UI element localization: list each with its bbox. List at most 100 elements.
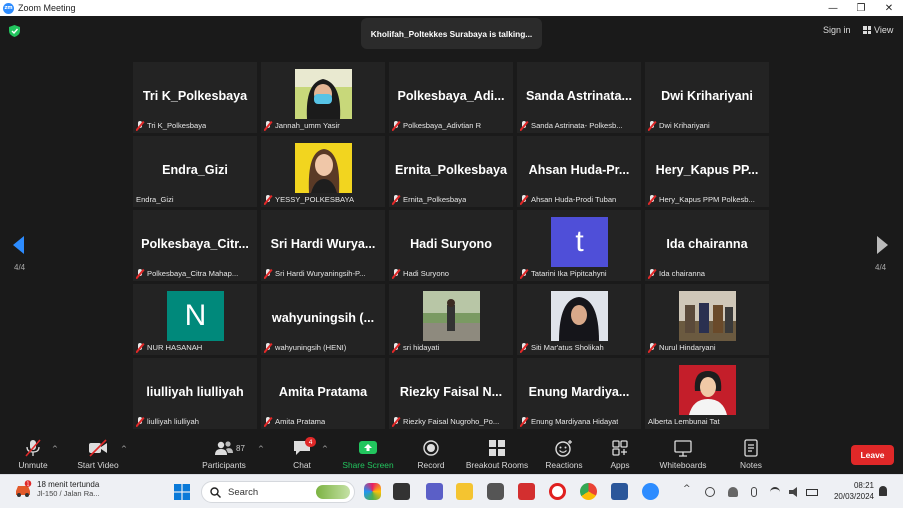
participant-tile[interactable]: Jannah_umm Yasir [261, 62, 385, 133]
participant-tile[interactable]: Polkesbaya_Citr... Polkesbaya_Citra Mahap… [133, 210, 257, 281]
apps-button[interactable]: Apps [605, 436, 635, 474]
zoom-taskbar-icon[interactable] [642, 483, 659, 500]
sync-icon[interactable] [705, 487, 715, 497]
notification-bell-icon[interactable] [879, 486, 887, 496]
page-indicator-right: 4/4 [875, 263, 887, 272]
unmute-button[interactable]: Unmute [12, 436, 54, 474]
participant-display-name: wahyuningsih (... [271, 311, 375, 325]
participant-video [551, 291, 608, 341]
page-indicator-left: 4/4 [14, 263, 26, 272]
participant-name-label: Enung Mardiyana Hidayat [520, 416, 638, 427]
cloud-icon[interactable] [728, 487, 738, 497]
traffic-alert-badge: 1 [26, 482, 29, 488]
taskbar-search-box[interactable]: Search [201, 481, 355, 503]
audio-options-chevron-icon[interactable]: ^ [52, 445, 58, 453]
muted-microphone-icon [392, 416, 400, 427]
minimize-button[interactable]: — [819, 0, 847, 16]
close-button[interactable]: ✕ [875, 0, 903, 16]
participants-count: 87 [236, 444, 245, 453]
participant-tile[interactable]: Riezky Faisal N... Riezky Faisal Nugroho_… [389, 358, 513, 429]
next-page-arrow-icon[interactable] [877, 236, 888, 254]
participant-name-label: Alberta Lembunai Tat [648, 416, 766, 427]
participant-tile[interactable]: YESSY_POLKESBAYA [261, 136, 385, 207]
participant-display-name: Sri Hardi Wurya... [270, 237, 376, 251]
participants-button[interactable]: Participants [199, 436, 249, 474]
file-explorer-icon[interactable] [456, 483, 473, 500]
tray-overflow-chevron-icon[interactable]: ^ [683, 484, 693, 494]
active-speaker-banner: Kholifah_Poltekkes Surabaya is talking..… [361, 18, 542, 49]
battery-icon[interactable] [806, 489, 818, 496]
reactions-button[interactable]: Reactions [542, 436, 586, 474]
participant-tile[interactable]: Amita Pratama Amita Pratama [261, 358, 385, 429]
chrome-icon[interactable] [580, 483, 597, 500]
start-video-button[interactable]: Start Video [73, 436, 123, 474]
whiteboard-icon [674, 440, 692, 457]
participant-name: Polkesbaya_Citra Mahap... [147, 269, 239, 278]
participants-options-chevron-icon[interactable]: ^ [258, 445, 264, 453]
share-screen-button[interactable]: Share Screen [341, 436, 395, 474]
share-screen-label: Share Screen [342, 460, 394, 470]
participant-name: Hery_Kapus PPM Polkesb... [659, 195, 755, 204]
participant-tile[interactable]: Dwi Krihariyani Dwi Krihariyani [645, 62, 769, 133]
view-button[interactable]: View [863, 25, 893, 35]
sign-in-link[interactable]: Sign in [823, 25, 851, 35]
apps-label: Apps [610, 460, 630, 470]
breakout-rooms-label: Breakout Rooms [465, 460, 529, 470]
participant-tile[interactable]: t Tatarini Ika Pipitcahyni [517, 210, 641, 281]
participant-display-name: Amita Pratama [278, 385, 368, 399]
view-label: View [874, 25, 894, 35]
participant-tile[interactable]: Hadi Suryono Hadi Suryono [389, 210, 513, 281]
participant-tile[interactable]: Polkesbaya_Adi... Polkesbaya_Adivtian R [389, 62, 513, 133]
muted-microphone-icon [136, 416, 144, 427]
participant-tile[interactable]: liulliyah liulliyah liulliyah liulliyah [133, 358, 257, 429]
participant-tile[interactable]: Ahsan Huda-Pr... Ahsan Huda-Prodi Tuban [517, 136, 641, 207]
word-icon[interactable] [611, 483, 628, 500]
acrobat-icon[interactable] [518, 483, 535, 500]
participant-tile[interactable]: Alberta Lembunai Tat [645, 358, 769, 429]
teams-icon[interactable] [426, 483, 443, 500]
participant-name: Sanda Astrinata- Polkesb... [531, 121, 623, 130]
participant-name: Polkesbaya_Adivtian R [403, 121, 482, 130]
muted-microphone-icon [520, 194, 528, 205]
taskbar-clock[interactable]: 08:21 20/03/2024 [824, 480, 874, 502]
participant-tile[interactable]: Sanda Astrinata... Sanda Astrinata- Polke… [517, 62, 641, 133]
video-options-chevron-icon[interactable]: ^ [121, 445, 127, 453]
participant-tile[interactable]: Ernita_Polkesbaya Ernita_Polkesbaya [389, 136, 513, 207]
participant-tile[interactable]: Sri Hardi Wurya... Sri Hardi Wuryaningsih… [261, 210, 385, 281]
leave-button[interactable]: Leave [851, 445, 894, 465]
copilot-icon[interactable] [364, 483, 381, 500]
participant-tile[interactable]: Tri K_Polkesbaya Tri K_Polkesbaya [133, 62, 257, 133]
task-view-icon[interactable] [393, 483, 410, 500]
previous-page-arrow-icon[interactable] [13, 236, 24, 254]
participant-tile[interactable]: Endra_Gizi Endra_Gizi [133, 136, 257, 207]
shield-icon[interactable] [9, 25, 20, 37]
camera-icon[interactable] [487, 483, 504, 500]
participant-tile[interactable]: sri hidayati [389, 284, 513, 355]
participant-tile[interactable]: Hery_Kapus PP... Hery_Kapus PPM Polkesb..… [645, 136, 769, 207]
whiteboards-button[interactable]: Whiteboards [654, 436, 712, 474]
chat-options-chevron-icon[interactable]: ^ [322, 445, 328, 453]
participant-tile[interactable]: Enung Mardiya... Enung Mardiyana Hidayat [517, 358, 641, 429]
opera-icon[interactable] [549, 483, 566, 500]
volume-icon[interactable] [789, 487, 797, 497]
participant-tile[interactable]: Nurul Hindaryani [645, 284, 769, 355]
participant-tile[interactable]: Siti Mar'atus Sholikah [517, 284, 641, 355]
participant-tile[interactable]: wahyuningsih (... wahyuningsih (HENI) [261, 284, 385, 355]
wifi-icon[interactable] [770, 487, 780, 497]
muted-microphone-icon [264, 120, 272, 131]
participant-name-label: Endra_Gizi [136, 194, 254, 205]
notes-button[interactable]: Notes [736, 436, 766, 474]
breakout-rooms-button[interactable]: Breakout Rooms [463, 436, 531, 474]
participant-tile[interactable]: Ida chairanna Ida chairanna [645, 210, 769, 281]
maximize-button[interactable]: ❐ [847, 0, 875, 16]
traffic-widget[interactable]: 1 18 menit tertunda Jl-150 / Jalan Ra... [14, 480, 100, 498]
participant-name: Riezky Faisal Nugroho_Po... [403, 417, 500, 426]
chat-unread-badge: 4 [305, 437, 316, 447]
tray-microphone-icon[interactable] [751, 487, 757, 497]
muted-microphone-icon [392, 120, 400, 131]
participant-tile[interactable]: N NUR HASANAH [133, 284, 257, 355]
windows-start-icon[interactable] [174, 484, 190, 500]
record-button[interactable]: Record [413, 436, 449, 474]
participant-name: Endra_Gizi [136, 195, 174, 204]
search-label: Search [228, 486, 259, 498]
